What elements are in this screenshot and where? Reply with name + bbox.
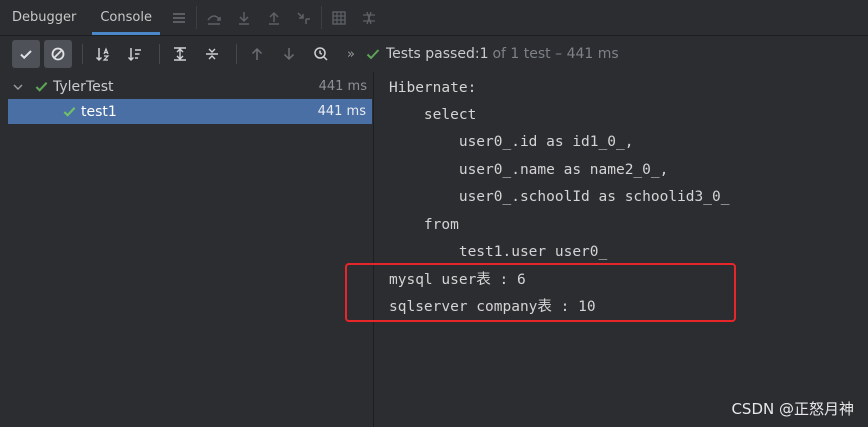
- show-ignored-button[interactable]: [44, 40, 72, 68]
- sort-duration-icon: [127, 48, 141, 62]
- check-icon: [34, 79, 49, 94]
- status-label: Tests passed:: [385, 46, 480, 62]
- console-line: from: [389, 217, 459, 233]
- double-chevron-icon[interactable]: »: [347, 47, 355, 62]
- highlight-annotation: [345, 263, 736, 322]
- previous-failed-button[interactable]: [243, 40, 271, 68]
- toolbar-divider: [195, 6, 197, 29]
- expand-all-button[interactable]: [166, 40, 194, 68]
- test-status: » Tests passed: 1 of 1 test – 441 ms: [347, 46, 619, 62]
- console-line: user0_.id as id1_0_,: [389, 134, 634, 150]
- test-history-button[interactable]: [307, 40, 335, 68]
- chevron-down-icon[interactable]: [12, 81, 28, 93]
- toolbar-divider: [320, 6, 322, 29]
- clock-search-icon: [314, 47, 328, 61]
- tab-debugger-label: Debugger: [12, 10, 77, 25]
- toolbar-divider: [236, 44, 237, 64]
- console-line: user0_.name as name2_0_,: [389, 162, 669, 178]
- next-failed-button[interactable]: [275, 40, 303, 68]
- collapse-all-button[interactable]: [198, 40, 226, 68]
- console-line: test1.user user0_: [389, 244, 608, 260]
- console-output[interactable]: Hibernate: select user0_.id as id1_0_, u…: [375, 72, 868, 427]
- console-line: user0_.schoolId as schoolid3_0_: [389, 189, 730, 205]
- console-line: select: [389, 107, 477, 123]
- step-into-icon[interactable]: [229, 0, 259, 35]
- run-to-cursor-icon[interactable]: [289, 0, 319, 35]
- tree-item-time: 441 ms: [318, 79, 367, 94]
- status-passed-count: 1: [479, 46, 489, 62]
- arrow-up-icon: [251, 47, 263, 60]
- ignored-icon: [51, 47, 65, 61]
- show-passed-button[interactable]: [12, 40, 40, 68]
- step-over-icon[interactable]: [199, 0, 229, 35]
- tab-console-label: Console: [100, 10, 152, 25]
- tree-item-tylertest[interactable]: TylerTest 441 ms: [0, 74, 373, 99]
- trace-icon[interactable]: [354, 0, 384, 35]
- watermark: CSDN @正怒月神: [731, 400, 854, 418]
- status-detail: of 1 test – 441 ms: [492, 46, 619, 62]
- evaluate-table-icon[interactable]: [324, 0, 354, 35]
- check-icon: [20, 50, 32, 60]
- check-icon: [62, 104, 77, 119]
- tool-window-tabbar: Debugger Console: [0, 0, 868, 36]
- menu-icon[interactable]: [164, 0, 194, 35]
- tree-item-time: 441 ms: [317, 104, 366, 119]
- check-icon: [366, 49, 380, 60]
- step-out-icon[interactable]: [259, 0, 289, 35]
- tree-item-label: test1: [81, 103, 117, 120]
- test-tree-panel: TylerTest 441 ms test1 441 ms: [0, 72, 374, 427]
- tab-console[interactable]: Console: [88, 0, 164, 35]
- tree-item-label: TylerTest: [53, 78, 114, 95]
- console-line: Hibernate:: [389, 80, 477, 96]
- tree-item-test1[interactable]: test1 441 ms: [8, 99, 372, 124]
- toolbar-divider: [159, 44, 160, 64]
- sort-by-duration-button[interactable]: [121, 40, 149, 68]
- expand-all-icon: [174, 47, 186, 61]
- sort-alphabetically-button[interactable]: [89, 40, 117, 68]
- arrow-down-icon: [283, 48, 295, 61]
- collapse-all-icon: [206, 48, 218, 60]
- toolbar-divider: [82, 44, 83, 64]
- sort-alpha-icon: [95, 47, 110, 62]
- test-toolbar: » Tests passed: 1 of 1 test – 441 ms: [0, 37, 868, 71]
- tab-debugger[interactable]: Debugger: [0, 0, 88, 35]
